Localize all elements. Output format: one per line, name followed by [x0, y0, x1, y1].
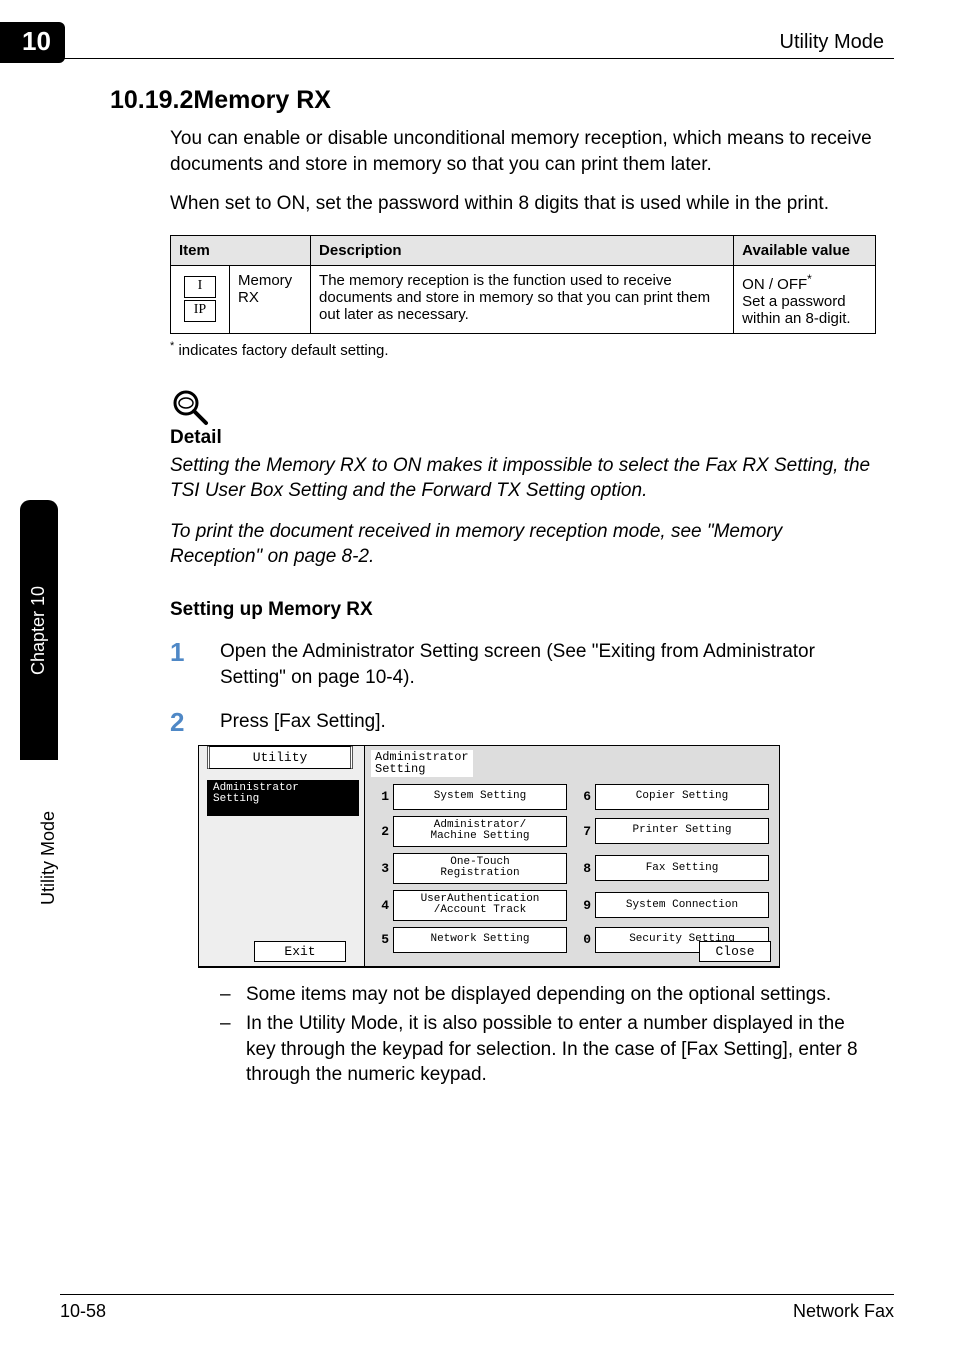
- menu-num-8: 8: [577, 861, 591, 876]
- menu-num-6: 6: [577, 789, 591, 804]
- note-2-text: In the Utility Mode, it is also possible…: [246, 1011, 876, 1088]
- detail-heading: Detail: [170, 427, 876, 449]
- th-available: Available value: [734, 235, 876, 265]
- step-1-text: Open the Administrator Setting screen (S…: [220, 639, 876, 690]
- one-touch-button[interactable]: One-Touch Registration: [393, 853, 567, 884]
- detail-text-2: To print the document received in memory…: [170, 519, 876, 569]
- menu-item-4[interactable]: 4 UserAuthentication /Account Track: [375, 890, 567, 921]
- step-2-number: 2: [170, 709, 198, 735]
- intro-paragraph-1: You can enable or disable unconditional …: [170, 126, 876, 177]
- icon-i: I: [184, 276, 216, 298]
- th-item: Item: [171, 235, 311, 265]
- footer-doc-title: Network Fax: [793, 1301, 894, 1322]
- note-1-text: Some items may not be displayed dependin…: [246, 982, 876, 1008]
- side-chapter-label-text: Chapter 10: [29, 585, 50, 674]
- footer-page-number: 10-58: [60, 1301, 106, 1322]
- available-line2: Set a password within an 8-digit.: [742, 293, 850, 327]
- intro-paragraph-2: When set to ON, set the password within …: [170, 191, 876, 217]
- icon-ip: IP: [184, 300, 216, 322]
- step-1: 1 Open the Administrator Setting screen …: [170, 639, 876, 690]
- admin-machine-setting-button[interactable]: Administrator/ Machine Setting: [393, 816, 567, 847]
- menu-item-5[interactable]: 5 Network Setting: [375, 927, 567, 953]
- dash-icon: –: [220, 1011, 232, 1088]
- menu-num-3: 3: [375, 861, 389, 876]
- table-row: I IP Memory RX The memory reception is t…: [171, 265, 876, 333]
- screen-title: Administrator Setting: [371, 750, 473, 777]
- footnote: * indicates factory default setting.: [170, 340, 876, 359]
- menu-num-5: 5: [375, 932, 389, 947]
- menu-num-1: 1: [375, 789, 389, 804]
- menu-item-8[interactable]: 8 Fax Setting: [577, 853, 769, 884]
- header-title: Utility Mode: [780, 31, 884, 54]
- copier-setting-button[interactable]: Copier Setting: [595, 784, 769, 810]
- row-name: Memory RX: [230, 265, 311, 333]
- exit-button[interactable]: Exit: [254, 941, 346, 962]
- row-available: ON / OFF* Set a password within an 8-dig…: [734, 265, 876, 333]
- chapter-number-tab: 10: [0, 22, 65, 63]
- user-auth-button[interactable]: UserAuthentication /Account Track: [393, 890, 567, 921]
- magnifier-icon: [170, 387, 210, 427]
- th-description: Description: [311, 235, 734, 265]
- close-button[interactable]: Close: [699, 941, 771, 962]
- available-line1: ON / OFF: [742, 276, 807, 293]
- step-2-text: Press [Fax Setting].: [220, 709, 876, 735]
- memory-rx-table: Item Description Available value I IP Me…: [170, 235, 876, 334]
- menu-num-0: 0: [577, 932, 591, 947]
- step-2: 2 Press [Fax Setting].: [170, 709, 876, 735]
- header-divider: [60, 58, 894, 59]
- system-setting-button[interactable]: System Setting: [393, 784, 567, 810]
- menu-item-6[interactable]: 6 Copier Setting: [577, 784, 769, 810]
- detail-text-1: Setting the Memory RX to ON makes it imp…: [170, 453, 876, 503]
- utility-button[interactable]: Utility: [207, 746, 353, 769]
- footnote-star: *: [170, 340, 174, 352]
- row-icon-cell: I IP: [171, 265, 230, 333]
- menu-num-2: 2: [375, 824, 389, 839]
- side-chapter-label: Chapter 10: [20, 500, 58, 760]
- step-1-number: 1: [170, 639, 198, 690]
- side-mode-label: Utility Mode: [38, 811, 59, 905]
- notes-list: – Some items may not be displayed depend…: [220, 982, 876, 1089]
- footnote-text: indicates factory default setting.: [178, 342, 388, 359]
- menu-num-4: 4: [375, 898, 389, 913]
- menu-item-2[interactable]: 2 Administrator/ Machine Setting: [375, 816, 567, 847]
- dash-icon: –: [220, 982, 232, 1008]
- menu-item-7[interactable]: 7 Printer Setting: [577, 816, 769, 847]
- page-footer: 10-58 Network Fax: [60, 1294, 894, 1322]
- screen-figure: Utility Administrator Setting Exit Admin…: [198, 745, 876, 968]
- menu-item-3[interactable]: 3 One-Touch Registration: [375, 853, 567, 884]
- note-2: – In the Utility Mode, it is also possib…: [220, 1011, 876, 1088]
- row-description: The memory reception is the function use…: [311, 265, 734, 333]
- system-connection-button[interactable]: System Connection: [595, 892, 769, 918]
- printer-setting-button[interactable]: Printer Setting: [595, 818, 769, 844]
- section-heading: 10.19.2Memory RX: [110, 86, 331, 115]
- menu-num-7: 7: [577, 824, 591, 839]
- menu-num-9: 9: [577, 898, 591, 913]
- menu-item-1[interactable]: 1 System Setting: [375, 784, 567, 810]
- fax-setting-button[interactable]: Fax Setting: [595, 855, 769, 881]
- note-1: – Some items may not be displayed depend…: [220, 982, 876, 1008]
- setup-heading: Setting up Memory RX: [170, 599, 876, 621]
- available-star: *: [807, 272, 812, 286]
- menu-item-9[interactable]: 9 System Connection: [577, 890, 769, 921]
- admin-setting-side-button[interactable]: Administrator Setting: [207, 780, 359, 816]
- network-setting-button[interactable]: Network Setting: [393, 927, 567, 953]
